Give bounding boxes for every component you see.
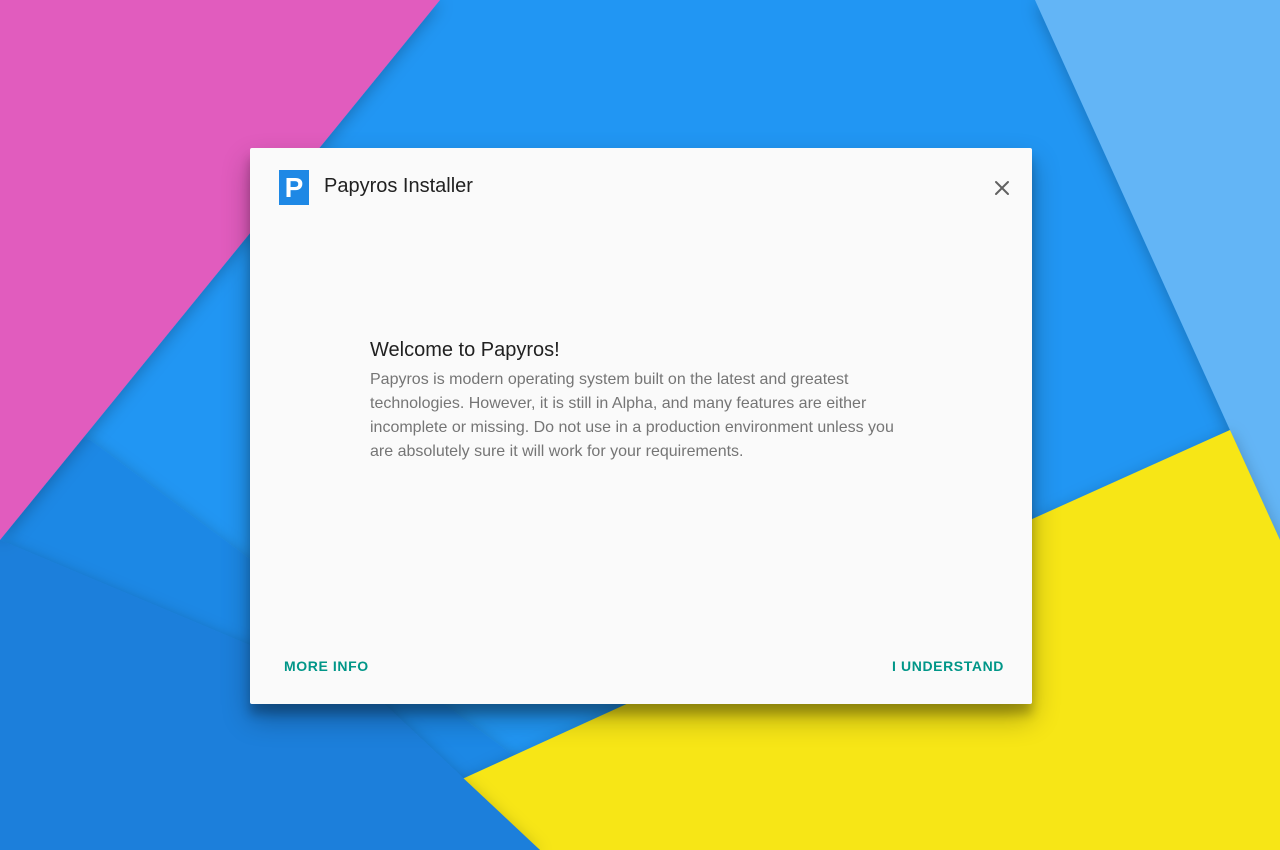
welcome-description: Papyros is modern operating system built… — [370, 371, 894, 460]
welcome-heading: Welcome to Papyros! — [370, 339, 560, 361]
dialog-content: Welcome to Papyros! Papyros is modern op… — [370, 336, 910, 464]
close-button[interactable] — [988, 174, 1016, 202]
more-info-button[interactable]: MORE INFO — [276, 648, 377, 684]
dialog-title: Papyros Installer — [324, 175, 473, 197]
papyros-logo-icon: P — [279, 170, 309, 205]
i-understand-button[interactable]: I UNDERSTAND — [884, 648, 1012, 684]
installer-dialog: P Papyros Installer Welcome to Papyros! … — [250, 148, 1032, 704]
dialog-actions: MORE INFO I UNDERSTAND — [250, 628, 1032, 704]
dialog-title-bar: P Papyros Installer — [250, 148, 1032, 226]
close-icon — [995, 181, 1009, 195]
